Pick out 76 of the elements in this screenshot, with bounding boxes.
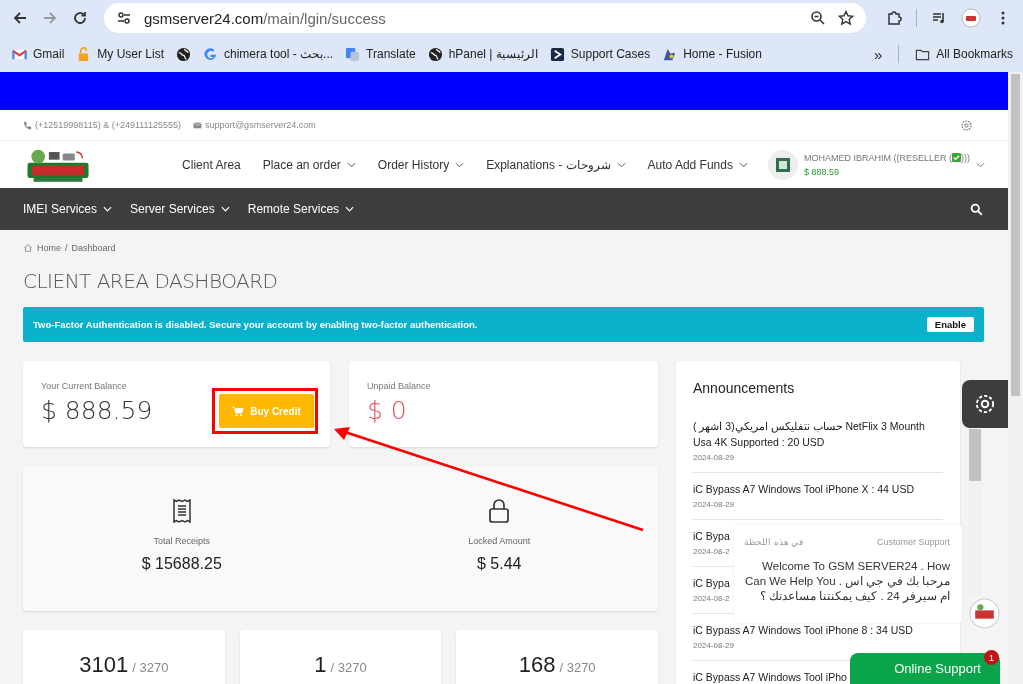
- chat-message: Welcome To GSM SERVER24 . How Can We Help You . مرحبا بك في جي اس ام سيرفر 24 . كيف يمكنتنا مساعدتك ؟: [744, 559, 950, 604]
- bookmark[interactable]: chimera tool - بحث...: [203, 46, 334, 62]
- mountain-icon[interactable]: [662, 46, 678, 62]
- user-name[interactable]: MOHAMED IBRAHIM ((RESELLER (: [803, 152, 952, 163]
- page-title: CLIENT AREA DASHBOARD: [23, 269, 279, 293]
- breadcrumb-separator: /: [65, 243, 68, 253]
- user-name-suffix[interactable]: ))): [961, 152, 970, 163]
- breadcrumb-link[interactable]: Home: [37, 243, 61, 253]
- check-icon: [952, 153, 961, 162]
- announcement-date: 2024-08-29: [693, 641, 734, 650]
- phone-icon: [23, 120, 32, 130]
- email-address: support@gsmserver24.com: [204, 120, 316, 130]
- counter-value: 168: [518, 652, 556, 678]
- globe-icon[interactable]: [427, 46, 443, 62]
- globe-icon[interactable]: [176, 46, 192, 62]
- more-bookmarks-button[interactable]: »: [873, 45, 883, 63]
- url-text: gsmserver24.com/main/lgin/success: [144, 9, 387, 27]
- nav-menu-item[interactable]: Auto Add Funds: [647, 157, 733, 172]
- chat-time: في هذه اللحظة: [744, 537, 803, 547]
- user-balance: $ 888.59: [803, 166, 840, 177]
- enable-button[interactable]: Enable: [926, 317, 974, 332]
- announcement-link[interactable]: iC Bypass A7 Windows Tool iPhone X : 44 USD: [693, 481, 914, 497]
- counter-value: 3101: [79, 652, 129, 678]
- announcement-link[interactable]: iC Bypa: [693, 575, 730, 591]
- bookmark[interactable]: hPanel | الرئيسية: [427, 46, 538, 62]
- g-icon[interactable]: [203, 46, 219, 62]
- bookmark[interactable]: Translate: [345, 46, 416, 62]
- stat-label: Total Receipts: [153, 536, 210, 546]
- stat-value: $ 5.44: [477, 555, 522, 573]
- counter-total: / 3270: [559, 660, 596, 675]
- chevron-square-icon[interactable]: [549, 46, 565, 62]
- phone-number: (+12519998115) & (+249111125555): [35, 120, 181, 130]
- alert-message: Two-Factor Authentication is disabled. Secure your account by enabling two-factor authentication.: [33, 319, 479, 330]
- search-icon[interactable]: [970, 202, 983, 216]
- unpaid-value: $ 0: [367, 396, 408, 425]
- avatar-icon[interactable]: [767, 149, 798, 180]
- envelope-icon: [192, 120, 202, 130]
- bookmark[interactable]: Gmail: [12, 46, 65, 62]
- announcement-link[interactable]: iC Bypass A7 Windows Tool iPho: [693, 669, 847, 684]
- announcements-title: Announcements: [693, 380, 796, 396]
- nav-menu-item[interactable]: Order History: [377, 157, 450, 172]
- breadcrumb-link[interactable]: Dashboard: [71, 243, 116, 253]
- bookmark[interactable]: Home - Fusion: [662, 46, 762, 62]
- balance-value: $ 888.59: [41, 396, 154, 425]
- announcement-link[interactable]: iC Bypass A7 Windows Tool iPhone 8 : 34 USD: [693, 622, 913, 638]
- lock-icon: [488, 498, 511, 524]
- stat-value: $ 15688.25: [141, 555, 222, 573]
- balance-label: Your Current Balance: [41, 381, 128, 391]
- counter-total: / 3270: [132, 660, 169, 675]
- announcement-link[interactable]: حساب نتفليكس امريكي(3 اشهر ) NetFlix 3 Mounth Usa 4K Supported : 20 USD: [693, 418, 943, 450]
- counter-total: / 3270: [330, 660, 367, 675]
- bookmark[interactable]: My User List: [76, 46, 165, 62]
- home-icon[interactable]: [23, 243, 33, 253]
- all-bookmarks-button[interactable]: All Bookmarks: [915, 46, 1013, 62]
- counter-value: 1: [314, 652, 327, 678]
- settings-button[interactable]: [962, 380, 1008, 428]
- announcement-date: 2024-08-2: [693, 594, 730, 603]
- nav-menu-item[interactable]: Client Area: [182, 157, 241, 172]
- announcement-date: 2024-08-2: [693, 547, 730, 556]
- services-menu-item[interactable]: Server Services: [130, 202, 215, 216]
- translate-icon[interactable]: [345, 46, 361, 62]
- announcement-date: 2024-08-29: [693, 453, 734, 462]
- chat-agent: Customer Support: [876, 537, 950, 547]
- services-menu-item[interactable]: IMEI Services: [23, 202, 97, 216]
- chat-avatar-icon[interactable]: [969, 598, 1000, 629]
- nav-menu-item[interactable]: Explanations - شروحات: [486, 157, 611, 172]
- address-bar[interactable]: gsmserver24.com/main/lgin/success: [104, 3, 866, 33]
- nav-menu-item[interactable]: Place an order: [262, 157, 341, 172]
- stat-label: Locked Amount: [468, 536, 531, 546]
- unpaid-label: Unpaid Balance: [367, 381, 432, 391]
- receipt-icon: [170, 498, 193, 524]
- bookmark[interactable]: Support Cases: [549, 46, 651, 62]
- announcement-link[interactable]: iC Bypa: [693, 528, 730, 544]
- services-menu-item[interactable]: Remote Services: [247, 202, 340, 216]
- cart-icon: [232, 405, 245, 417]
- announcement-date: 2024-08-29: [693, 500, 734, 509]
